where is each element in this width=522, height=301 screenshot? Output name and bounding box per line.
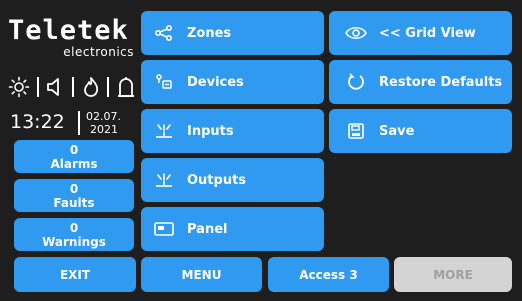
zones-icon <box>153 24 175 42</box>
status-divider <box>107 77 110 97</box>
brand-subtitle: electronics <box>63 45 134 59</box>
inputs-label: Inputs <box>187 123 234 139</box>
inputs-button[interactable]: Inputs <box>141 109 324 153</box>
devices-label: Devices <box>187 74 244 90</box>
save-button[interactable]: Save <box>329 109 512 153</box>
status-icon-row <box>8 72 136 102</box>
inputs-icon <box>153 122 175 140</box>
more-button: MORE <box>394 257 512 292</box>
clock-divider <box>78 111 80 135</box>
status-divider <box>71 77 74 97</box>
faults-label: Faults <box>53 195 95 210</box>
zones-label: Zones <box>187 25 232 41</box>
menu-button[interactable]: MENU <box>141 257 262 292</box>
save-icon <box>345 122 367 140</box>
clock-date-year: 2021 <box>90 123 118 136</box>
clock-date-day: 02.07. <box>86 110 121 123</box>
outputs-label: Outputs <box>187 172 247 188</box>
alarms-count: 0 <box>69 142 79 157</box>
restore-defaults-button[interactable]: Restore Defaults <box>329 60 512 104</box>
siren-icon <box>116 76 136 98</box>
brand-block: Teletek electronics <box>6 16 136 76</box>
panel-icon <box>153 220 175 238</box>
outputs-button[interactable]: Outputs <box>141 158 324 202</box>
restore-icon <box>345 73 367 91</box>
access-level-button[interactable]: Access 3 <box>268 257 389 292</box>
faults-count: 0 <box>69 181 79 196</box>
alarms-counter[interactable]: 0 Alarms <box>14 140 134 173</box>
warnings-count: 0 <box>69 220 79 235</box>
sun-icon <box>8 76 30 98</box>
alarms-label: Alarms <box>50 156 98 171</box>
speaker-icon <box>45 76 65 98</box>
devices-icon <box>153 73 175 91</box>
clock: 13:22 02.07. 2021 <box>8 108 136 138</box>
clock-time: 13:22 <box>10 111 65 133</box>
brand-logo: Teletek <box>8 15 129 46</box>
faults-counter[interactable]: 0 Faults <box>14 179 134 212</box>
outputs-icon <box>153 171 175 189</box>
status-divider <box>36 77 39 97</box>
panel-label: Panel <box>187 221 228 237</box>
grid-view-label: << Grid View <box>379 25 476 41</box>
warnings-label: Warnings <box>42 234 106 249</box>
grid-view-button[interactable]: << Grid View <box>329 11 512 55</box>
eye-icon <box>345 24 367 42</box>
panel-button[interactable]: Panel <box>141 207 324 251</box>
warnings-counter[interactable]: 0 Warnings <box>14 218 134 251</box>
restore-defaults-label: Restore Defaults <box>379 74 503 90</box>
exit-button[interactable]: EXIT <box>14 257 136 292</box>
zones-button[interactable]: Zones <box>141 11 324 55</box>
flame-icon <box>81 76 101 98</box>
devices-button[interactable]: Devices <box>141 60 324 104</box>
save-label: Save <box>379 123 415 139</box>
